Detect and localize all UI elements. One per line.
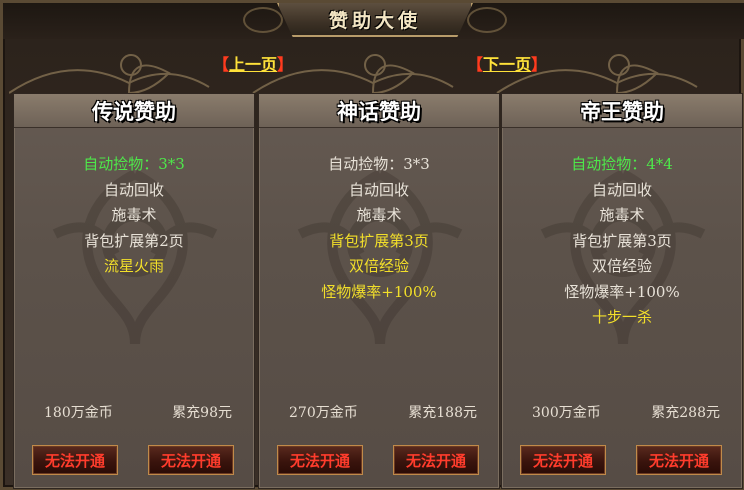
- header-ornament: [9, 54, 698, 94]
- open-with-gold-button[interactable]: 无法开通: [520, 445, 606, 475]
- card-title: 帝王赞助: [580, 99, 664, 124]
- feature-item: 自动回收: [103, 180, 164, 199]
- feature-item: 施毒术: [111, 206, 157, 224]
- open-with-recharge-button[interactable]: 无法开通: [393, 445, 479, 475]
- sponsor-card-legend: 传说赞助 自动捡物：3*3 自动回收 施毒术 背包扩展第2页 流星火雨 180万…: [13, 93, 255, 489]
- card-header: 帝王赞助: [502, 94, 742, 128]
- card-header: 神话赞助: [259, 94, 499, 128]
- nav-next[interactable]: 【下一页】: [467, 51, 547, 75]
- nav-next-bracket-open: 【: [467, 55, 484, 74]
- gold-price: 300万金币: [532, 405, 601, 421]
- feature-item: 自动捡物：3*3: [328, 155, 430, 173]
- recharge-price: 累充288元: [651, 405, 720, 421]
- title-ornament-right: [467, 7, 507, 33]
- price-row: 300万金币 累充288元: [502, 402, 742, 422]
- gold-price: 270万金币: [289, 405, 358, 421]
- nav-prev-bracket-close: 】: [277, 55, 294, 74]
- gold-price: 180万金币: [44, 405, 113, 421]
- feature-item: 流星火雨: [103, 257, 164, 275]
- sponsor-card-emperor: 帝王赞助 自动捡物：4*4 自动回收 施毒术 背包扩展第3页 双倍经验 怪物爆率…: [501, 93, 743, 489]
- card-title: 传说赞助: [92, 99, 176, 124]
- sponsor-window: 赞助大使 【上一页】 【下一页】 传说赞助 自动捡物：3*3 自动回收 施毒术 …: [0, 0, 744, 490]
- feature-item: 自动回收: [348, 180, 409, 199]
- feature-item: 背包扩展第2页: [84, 231, 184, 250]
- feature-item: 自动捡物：4*4: [571, 155, 673, 173]
- feature-item: 施毒术: [599, 206, 645, 224]
- feature-item: 双倍经验: [591, 257, 652, 275]
- feature-item: 背包扩展第3页: [572, 231, 672, 250]
- feature-item: 怪物爆率+100%: [321, 282, 437, 301]
- nav-next-bracket-close: 】: [531, 55, 548, 74]
- open-with-recharge-button[interactable]: 无法开通: [148, 445, 234, 475]
- prev-page-link[interactable]: 上一页: [229, 55, 277, 74]
- feature-list: 自动捡物：4*4 自动回收 施毒术 背包扩展第3页 双倍经验 怪物爆率+100%…: [502, 152, 742, 331]
- nav-prev-bracket-open: 【: [213, 55, 230, 74]
- open-with-recharge-button[interactable]: 无法开通: [636, 445, 722, 475]
- card-header: 传说赞助: [14, 94, 254, 128]
- feature-item: 双倍经验: [348, 257, 409, 275]
- window-title: 赞助大使: [328, 9, 421, 32]
- open-with-gold-button[interactable]: 无法开通: [32, 445, 118, 475]
- window-title-plate: 赞助大使: [277, 3, 473, 37]
- feature-item: 背包扩展第3页: [329, 231, 429, 250]
- recharge-price: 累充188元: [408, 405, 477, 421]
- next-page-link[interactable]: 下一页: [483, 55, 531, 74]
- feature-item: 自动回收: [591, 180, 652, 199]
- feature-item: 自动捡物：3*3: [83, 155, 185, 173]
- feature-item: 十步一杀: [591, 308, 652, 326]
- price-row: 180万金币 累充98元: [14, 402, 254, 422]
- title-ornament-left: [243, 7, 283, 33]
- sponsor-card-myth: 神话赞助 自动捡物：3*3 自动回收 施毒术 背包扩展第3页 双倍经验 怪物爆率…: [258, 93, 500, 489]
- card-title: 神话赞助: [337, 99, 421, 124]
- price-row: 270万金币 累充188元: [259, 402, 499, 422]
- open-with-gold-button[interactable]: 无法开通: [277, 445, 363, 475]
- feature-item: 施毒术: [356, 206, 402, 224]
- recharge-price: 累充98元: [172, 405, 232, 421]
- feature-item: 怪物爆率+100%: [564, 282, 680, 301]
- feature-list: 自动捡物：3*3 自动回收 施毒术 背包扩展第3页 双倍经验 怪物爆率+100%: [259, 152, 499, 305]
- feature-list: 自动捡物：3*3 自动回收 施毒术 背包扩展第2页 流星火雨: [14, 152, 254, 280]
- nav-prev[interactable]: 【上一页】: [213, 51, 293, 75]
